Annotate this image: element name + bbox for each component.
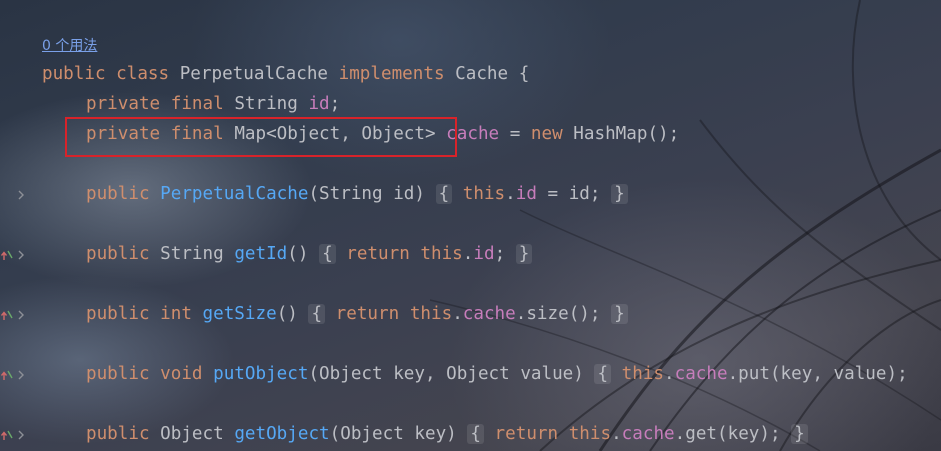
chevron-right-icon[interactable] <box>13 247 29 263</box>
chevron-right-icon[interactable] <box>13 307 29 323</box>
keyword-void: void <box>160 364 203 384</box>
statement-rest: .put(key, value); <box>727 364 908 384</box>
dot: . <box>452 304 463 324</box>
red-highlight-annotation <box>65 117 457 157</box>
code-line-method-getid[interactable]: public String getId() { return this.id; … <box>86 241 533 267</box>
dot: . <box>505 184 516 204</box>
folded-open-brace[interactable]: { <box>435 184 453 204</box>
method-name: getSize <box>202 304 277 324</box>
folded-close-brace[interactable]: } <box>791 424 808 444</box>
field-ref-cache: cache <box>674 364 728 384</box>
keyword-implements: implements <box>338 64 445 84</box>
keyword-final: final <box>170 94 224 114</box>
code-line-class-declaration[interactable]: public class PerpetualCache implements C… <box>42 61 529 87</box>
keyword-private: private <box>86 94 161 114</box>
dot: . <box>462 244 474 264</box>
return-type: Object <box>160 424 224 444</box>
code-line-method-putobject[interactable]: public void putObject(Object key, Object… <box>86 361 908 387</box>
keyword-return: return <box>346 244 410 264</box>
semicolon: ; <box>494 244 506 264</box>
keyword-public: public <box>86 304 150 324</box>
parameter-list: (String id) <box>308 184 425 204</box>
folded-close-brace[interactable]: } <box>515 244 533 264</box>
keyword-return: return <box>494 424 559 444</box>
parameter-list: () <box>276 304 298 324</box>
class-name: PerpetualCache <box>179 64 329 84</box>
field-ref-id: id <box>515 184 537 204</box>
semicolon: ; <box>329 94 341 114</box>
field-name-id: id <box>308 94 330 114</box>
keyword-public: public <box>86 244 150 264</box>
keyword-this: this <box>568 424 612 444</box>
field-ref-cache: cache <box>621 424 675 444</box>
keyword-this: this <box>409 304 453 324</box>
usages-hint-link[interactable]: 0 个用法 <box>42 35 97 55</box>
chevron-right-icon[interactable] <box>13 367 29 383</box>
return-type: String <box>160 244 224 264</box>
field-ref-id: id <box>473 244 495 264</box>
parameter-list: (Object key, Object value) <box>308 364 584 384</box>
constructor-name: PerpetualCache <box>160 184 309 204</box>
code-editor[interactable]: 0 个用法 public class PerpetualCache implem… <box>0 0 941 451</box>
code-line-method-getsize[interactable]: public int getSize() { return this.cache… <box>86 301 628 327</box>
keyword-this: this <box>420 244 463 264</box>
statement-rest: .get(key); <box>674 424 781 444</box>
code-line-method-getobject[interactable]: public Object getObject(Object key) { re… <box>86 421 808 447</box>
keyword-public: public <box>86 424 150 444</box>
field-ref-cache: cache <box>462 304 516 324</box>
interface-name: Cache { <box>455 64 530 84</box>
folded-open-brace[interactable]: { <box>308 304 326 324</box>
dot: . <box>611 424 622 444</box>
chevron-right-icon[interactable] <box>13 427 29 443</box>
keyword-int: int <box>160 304 192 324</box>
keyword-public: public <box>86 364 150 384</box>
method-name: getObject <box>234 424 330 444</box>
chevron-right-icon[interactable] <box>13 187 29 203</box>
keyword-public: public <box>86 184 150 204</box>
keyword-class: class <box>116 64 170 84</box>
parameter-list: (Object key) <box>329 424 457 444</box>
keyword-public: public <box>42 64 106 84</box>
keyword-this: this <box>621 364 665 384</box>
assignment: = <box>499 124 531 144</box>
parameter-list: () <box>287 244 309 264</box>
field-type: String <box>234 94 298 114</box>
folded-close-brace[interactable]: } <box>611 184 628 204</box>
code-line-field-id[interactable]: private final String id; <box>86 91 340 117</box>
code-line-constructor[interactable]: public PerpetualCache(String id) { this.… <box>86 181 628 207</box>
method-name: putObject <box>213 364 309 384</box>
statement-rest: .size(); <box>515 304 601 324</box>
folded-open-brace[interactable]: { <box>319 244 336 264</box>
folded-open-brace[interactable]: { <box>467 424 484 444</box>
keyword-return: return <box>335 304 400 324</box>
folded-open-brace[interactable]: { <box>594 364 612 384</box>
dot: . <box>664 364 675 384</box>
method-name: getId <box>234 244 288 264</box>
folded-close-brace[interactable]: } <box>611 304 628 324</box>
statement-rest: = id; <box>536 184 601 204</box>
constructor-call: HashMap(); <box>562 124 680 144</box>
keyword-this: this <box>462 184 506 204</box>
keyword-new: new <box>530 124 563 144</box>
